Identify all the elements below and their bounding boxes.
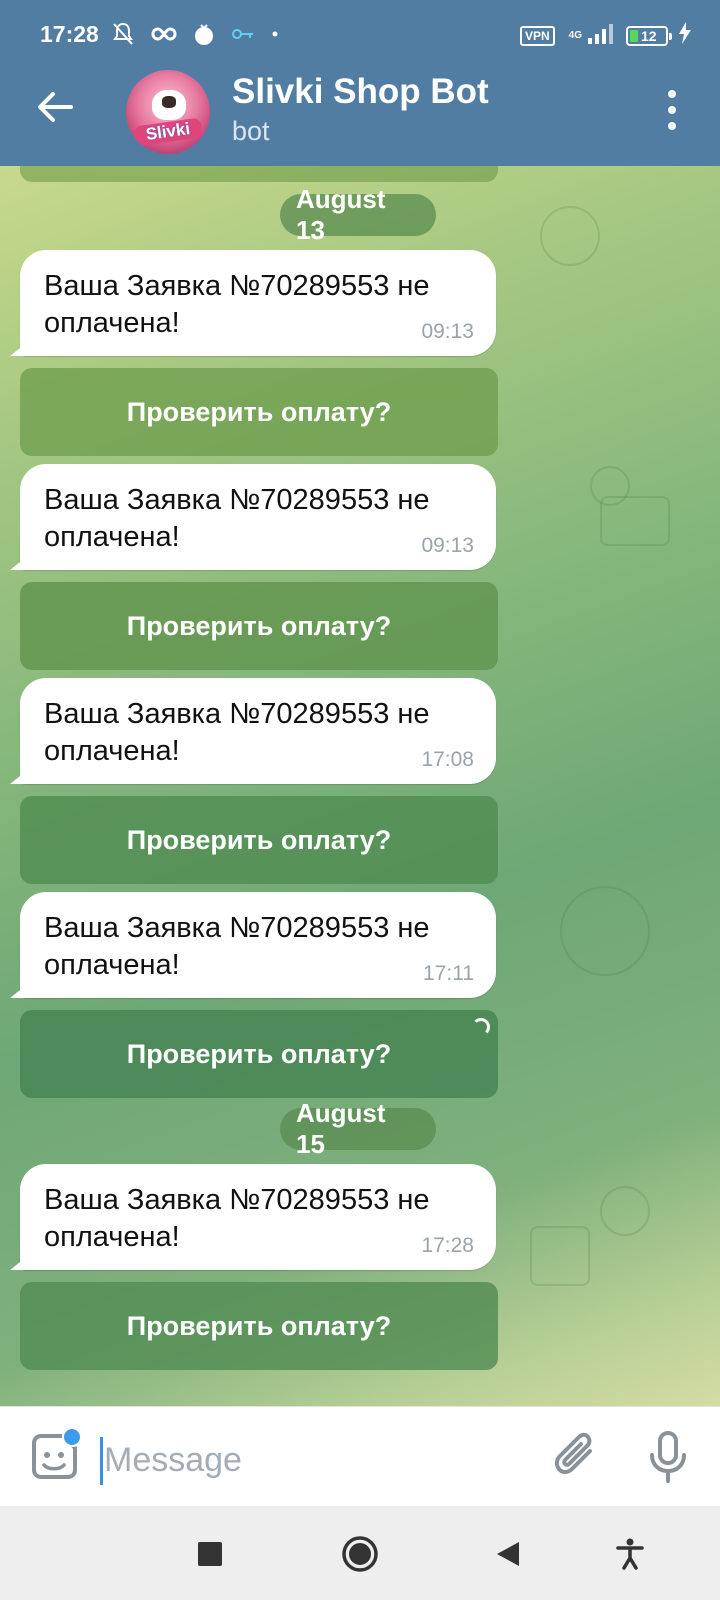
square-icon	[198, 1542, 222, 1566]
status-indicators: VPN 4G 12	[519, 22, 692, 50]
status-time: 17:28	[40, 20, 99, 47]
avatar-logo-text: Slivki	[132, 117, 204, 147]
message-time: 09:13	[421, 534, 474, 557]
message-text: Ваша Заявка №70289553 не оплачена!	[44, 1184, 430, 1253]
home-button[interactable]	[338, 1532, 382, 1576]
dot	[668, 106, 676, 114]
infinity-icon	[151, 27, 177, 41]
message-bubble[interactable]: Ваша Заявка №70289553 не оплачена! 17:28	[20, 1164, 496, 1270]
message-text: Ваша Заявка №70289553 не оплачена!	[44, 484, 430, 553]
pomegranate-icon	[193, 22, 215, 46]
message-bubble[interactable]: Ваша Заявка №70289553 не оплачена! 17:11	[20, 892, 496, 998]
date-separator: August 13	[280, 184, 436, 245]
microphone-icon	[650, 1431, 686, 1483]
message-time: 09:13	[421, 320, 474, 343]
circle-icon	[342, 1536, 378, 1572]
bot-avatar[interactable]: Slivki	[126, 70, 210, 154]
attach-button[interactable]	[552, 1431, 602, 1485]
charging-icon	[678, 22, 692, 50]
signal-icon	[586, 22, 616, 50]
battery-level: 12	[641, 28, 657, 44]
message-text: Ваша Заявка №70289553 не оплачена!	[44, 270, 430, 339]
message-time: 17:11	[423, 962, 474, 985]
message-time: 17:08	[421, 748, 474, 771]
message-input-bar	[0, 1406, 720, 1506]
new-stickers-badge	[62, 1427, 82, 1447]
bell-off-icon	[111, 21, 135, 47]
check-payment-button[interactable]: Проверить оплату?	[20, 368, 498, 456]
message-bubble[interactable]: Ваша Заявка №70289553 не оплачена! 09:13	[20, 464, 496, 570]
accessibility-button[interactable]	[608, 1532, 652, 1576]
inline-button-partial[interactable]	[20, 166, 498, 182]
app-header: 17:28 VPN 4G 12 Slivki Slivki Shop Bot b…	[0, 0, 720, 166]
loading-spinner-icon	[472, 1018, 490, 1036]
check-payment-button[interactable]: Проверить оплату?	[20, 1010, 498, 1098]
dot	[668, 122, 676, 130]
paperclip-icon	[554, 1432, 592, 1474]
message-bubble[interactable]: Ваша Заявка №70289553 не оплачена! 17:08	[20, 678, 496, 784]
chat-title[interactable]: Slivki Shop Bot	[232, 72, 489, 112]
status-bar: 17:28 VPN 4G 12	[0, 0, 720, 68]
check-payment-button[interactable]: Проверить оплату?	[20, 1282, 498, 1370]
back-button[interactable]	[30, 82, 80, 132]
accessibility-icon	[616, 1538, 644, 1570]
chat-subtitle: bot	[232, 116, 270, 146]
network-type: 4G	[568, 30, 582, 41]
dot	[668, 90, 676, 98]
key-icon	[231, 27, 255, 41]
voice-message-button[interactable]	[648, 1429, 688, 1485]
recents-button[interactable]	[188, 1532, 232, 1576]
cat-graphic	[152, 90, 186, 120]
system-nav-bar	[0, 1506, 720, 1600]
triangle-back-icon	[497, 1542, 519, 1566]
date-separator: August 15	[280, 1098, 436, 1159]
chat-area[interactable]: August 13 Ваша Заявка №70289553 не оплач…	[0, 166, 720, 1406]
notification-dot-icon	[271, 30, 279, 38]
message-text: Ваша Заявка №70289553 не оплачена!	[44, 698, 430, 767]
check-payment-button[interactable]: Проверить оплату?	[20, 582, 498, 670]
more-options-button[interactable]	[662, 90, 682, 130]
check-payment-label: Проверить оплату?	[126, 1038, 392, 1069]
arrow-left-icon	[38, 92, 73, 122]
message-input[interactable]	[104, 1435, 524, 1485]
message-bubble[interactable]: Ваша Заявка №70289553 не оплачена! 09:13	[20, 250, 496, 356]
battery-icon: 12	[626, 26, 672, 46]
message-time: 17:28	[421, 1234, 474, 1257]
back-nav-button[interactable]	[486, 1532, 530, 1576]
message-text: Ваша Заявка №70289553 не оплачена!	[44, 912, 430, 981]
check-payment-button[interactable]: Проверить оплату?	[20, 796, 498, 884]
text-cursor	[100, 1437, 103, 1485]
vpn-badge: VPN	[519, 26, 555, 46]
